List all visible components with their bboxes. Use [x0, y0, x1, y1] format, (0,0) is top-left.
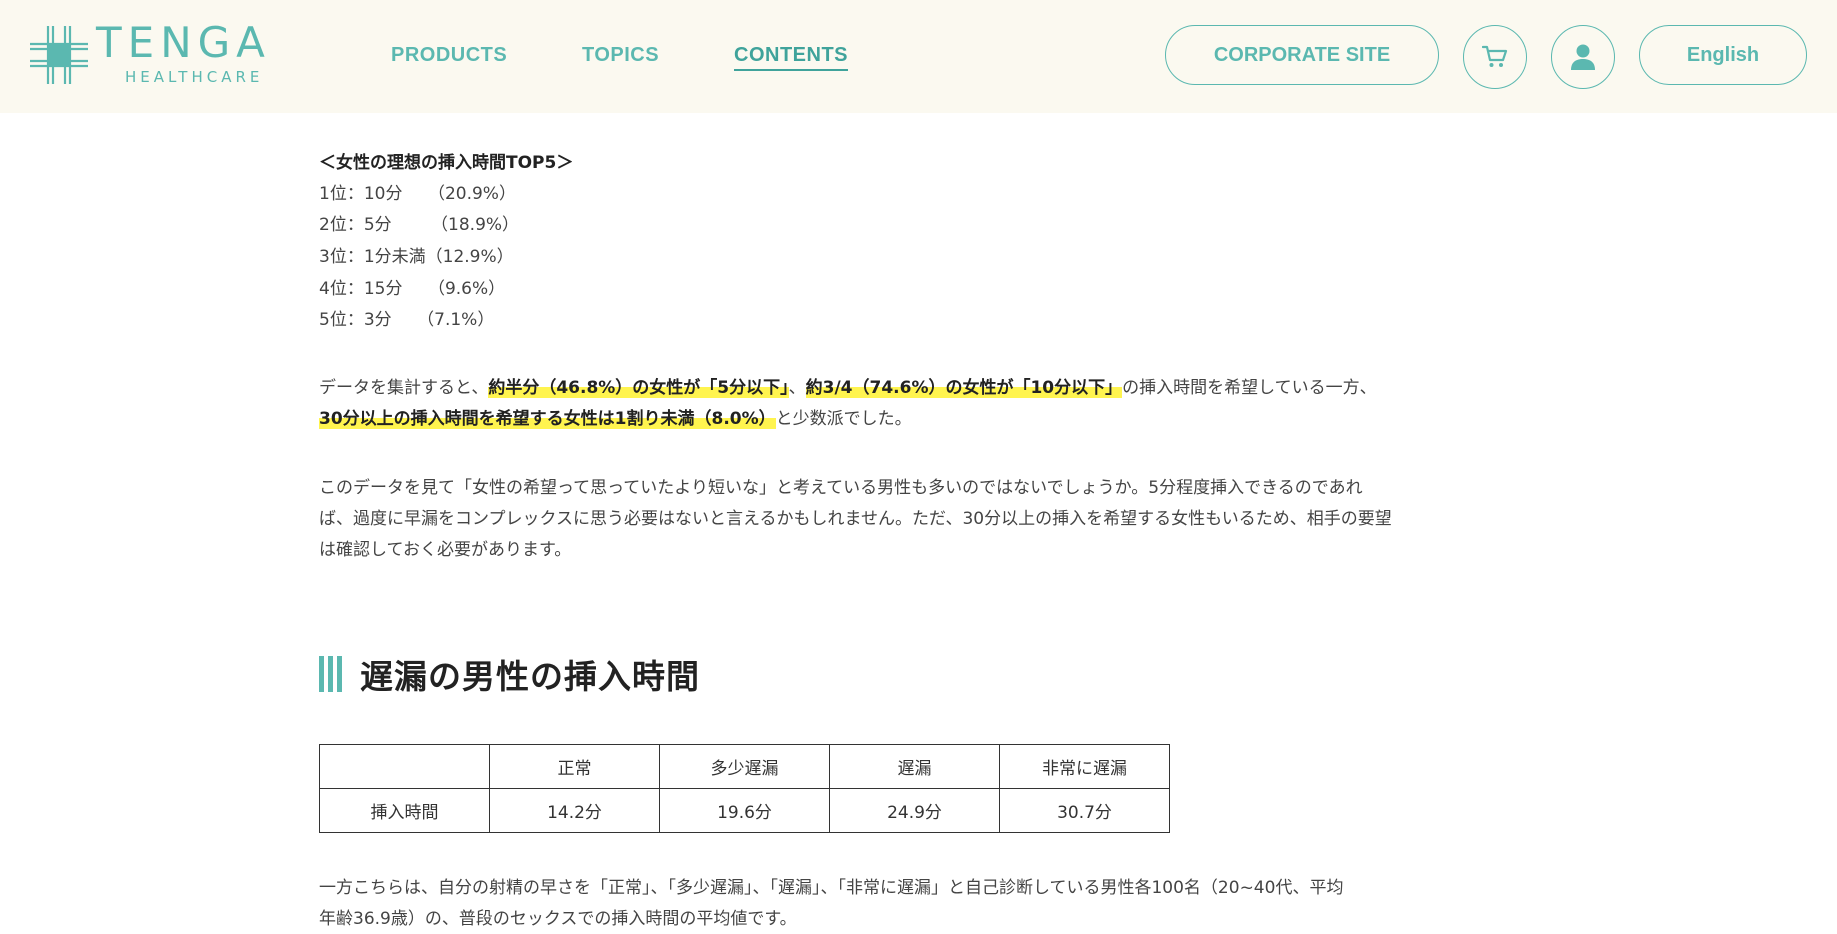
table-header-cell: 正常	[489, 744, 660, 789]
ranking-title: ＜女性の理想の挿入時間TOP5＞	[319, 153, 574, 173]
tenga-cross-icon	[30, 26, 88, 84]
summary-line-2: 30分以上の挿入時間を希望する女性は1割り未満（8.0%）と少数派でした。	[319, 406, 912, 432]
table-cell: 30.7分	[999, 788, 1170, 833]
nav-contents[interactable]: CONTENTS	[734, 44, 848, 71]
ranking-item: 1位：10分 （20.9%）	[319, 184, 516, 204]
table-cell: 挿入時間	[319, 788, 490, 833]
table-row: 挿入時間 14.2分 19.6分 24.9分 30.7分	[319, 788, 1170, 833]
summary-highlight: 約半分（46.8%）の女性が「5分以下」	[488, 378, 789, 398]
site-header: TENGA HEALTHCARE PRODUCTS TOPICS CONTENT…	[0, 0, 1837, 113]
ranking-item: 3位：1分未満（12.9%）	[319, 247, 514, 267]
summary-line-1: データを集計すると、約半分（46.8%）の女性が「5分以下」、約3/4（74.6…	[319, 375, 1377, 401]
summary-highlight: 約3/4（74.6%）の女性が「10分以下」	[805, 378, 1123, 398]
logo-wordmark: TENGA	[96, 18, 271, 67]
section-title: 遅漏の男性の挿入時間	[360, 657, 700, 696]
table-header-cell	[319, 744, 490, 789]
summary-highlight: 30分以上の挿入時間を希望する女性は1割り未満（8.0%）	[319, 409, 776, 429]
logo-subtitle: HEALTHCARE	[125, 68, 264, 86]
insertion-time-table: 正常 多少遅漏 遅漏 非常に遅漏 挿入時間 14.2分 19.6分 24.9分 …	[319, 744, 1170, 833]
footer-text-line: 年齢36.9歳）の、普段のセックスでの挿入時間の平均値です。	[319, 909, 797, 929]
summary-text: 、	[788, 378, 806, 398]
footer-text-line: 一方こちらは、自分の射精の早さを「正常」、「多少遅漏」、「遅漏」、「非常に遅漏」…	[319, 878, 1344, 898]
summary-text: の挿入時間を希望している一方、	[1122, 378, 1377, 398]
account-button[interactable]	[1551, 25, 1615, 89]
table-header-cell: 多少遅漏	[659, 744, 830, 789]
tenga-healthcare-logo[interactable]: TENGA HEALTHCARE	[30, 18, 320, 86]
ranking-item: 2位：5分 （18.9%）	[319, 215, 520, 235]
table-header-row: 正常 多少遅漏 遅漏 非常に遅漏	[319, 744, 1170, 789]
corporate-site-button[interactable]: CORPORATE SITE	[1165, 25, 1439, 85]
cart-button[interactable]	[1463, 25, 1527, 89]
section-heading: 遅漏の男性の挿入時間	[319, 650, 700, 698]
heading-bars-icon	[319, 656, 342, 692]
commentary-line: このデータを見て「女性の希望って思っていたより短いな」と考えている男性も多いので…	[319, 478, 1363, 498]
summary-text: と少数派でした。	[775, 409, 912, 429]
table-cell: 24.9分	[829, 788, 1000, 833]
table-cell: 19.6分	[659, 788, 830, 833]
language-button[interactable]: English	[1639, 25, 1807, 85]
nav-topics[interactable]: TOPICS	[582, 44, 659, 67]
ranking-item: 4位：15分 （9.6%）	[319, 279, 506, 299]
table-header-cell: 遅漏	[829, 744, 1000, 789]
commentary-line: は確認しておく必要があります。	[319, 540, 572, 560]
table-cell: 14.2分	[489, 788, 660, 833]
table-header-cell: 非常に遅漏	[999, 744, 1170, 789]
nav-products[interactable]: PRODUCTS	[391, 44, 507, 67]
summary-text: データを集計すると、	[319, 378, 489, 398]
user-icon	[1571, 44, 1595, 70]
commentary-line: ば、過度に早漏をコンプレックスに思う必要はないと言えるかもしれません。ただ、30…	[319, 509, 1392, 529]
ranking-item: 5位：3分 （7.1%）	[319, 310, 495, 330]
cart-icon	[1482, 45, 1508, 67]
